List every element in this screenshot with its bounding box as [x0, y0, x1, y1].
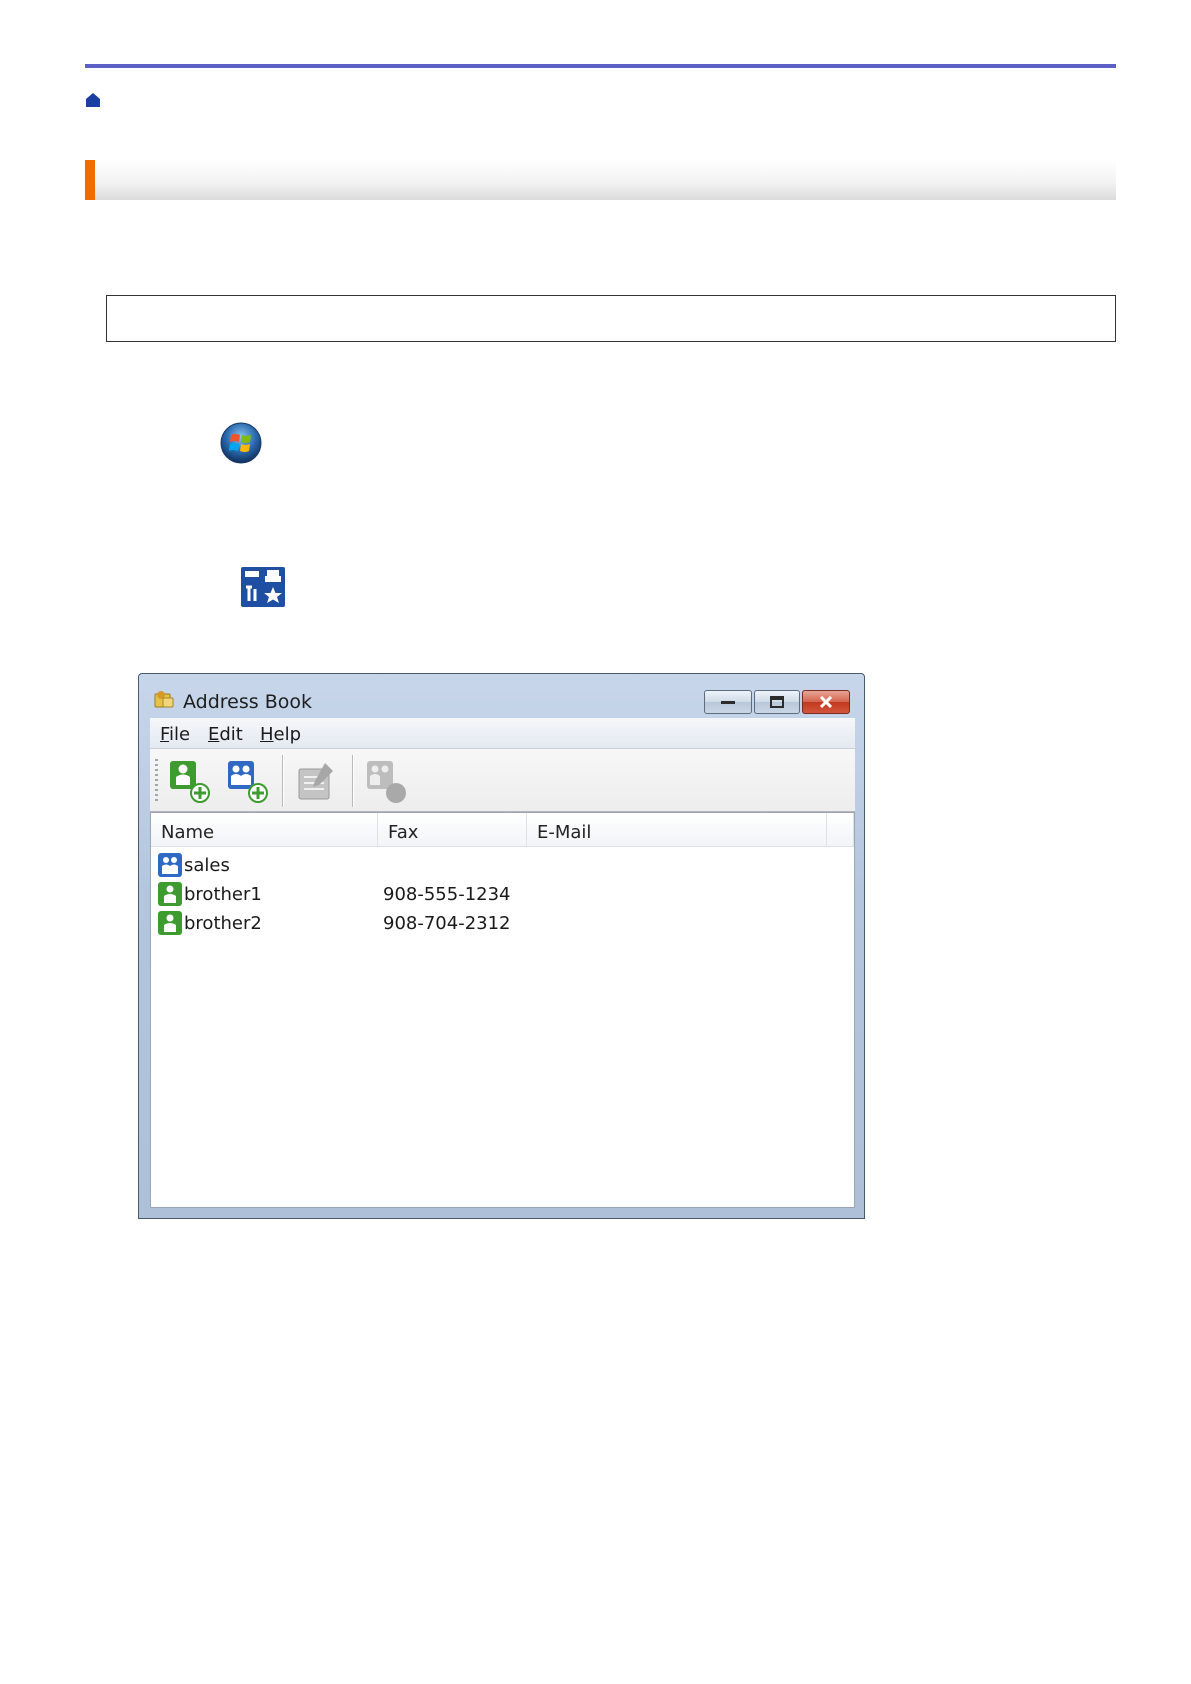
contact-fax: 908-555-1234	[383, 884, 511, 905]
maximize-button[interactable]	[754, 690, 800, 714]
list-item[interactable]: brother1 908-555-1234	[151, 880, 854, 908]
column-header-email[interactable]: E-Mail	[527, 813, 827, 847]
minimize-icon	[721, 701, 735, 704]
contact-list[interactable]: Name Fax E-Mail sales brother1 908-555-1…	[150, 812, 855, 1208]
toolbar-separator	[352, 755, 353, 807]
toolbar	[150, 749, 855, 812]
person-icon	[158, 882, 182, 906]
toolbar-grip[interactable]	[155, 759, 158, 803]
contact-fax: 908-704-2312	[383, 913, 511, 934]
person-icon	[158, 911, 182, 935]
close-button[interactable]	[802, 690, 850, 714]
menu-file[interactable]: File	[160, 724, 190, 745]
close-icon	[819, 696, 833, 708]
column-header-fax[interactable]: Fax	[378, 813, 527, 847]
menu-edit[interactable]: Edit	[208, 724, 243, 745]
add-group-button[interactable]	[224, 757, 270, 805]
top-rule	[85, 64, 1116, 68]
brother-utilities-icon	[241, 567, 285, 607]
title-bar[interactable]: Address Book	[139, 674, 864, 718]
home-icon[interactable]	[85, 92, 101, 108]
column-header-filler	[827, 813, 854, 847]
contact-name: brother2	[184, 913, 262, 934]
minimize-button[interactable]	[704, 690, 752, 714]
windows-start-icon	[220, 422, 262, 464]
menu-help[interactable]: Help	[260, 724, 301, 745]
window-title: Address Book	[183, 691, 312, 713]
column-header-name[interactable]: Name	[151, 813, 378, 847]
toolbar-separator	[282, 755, 283, 807]
group-icon	[158, 853, 182, 877]
address-book-app-icon	[154, 691, 174, 708]
address-book-window: Address Book File Edit Help Name Fax E-M…	[138, 673, 865, 1219]
list-item[interactable]: sales	[151, 851, 854, 879]
contact-name: sales	[184, 855, 230, 876]
section-accent	[85, 160, 95, 200]
section-heading-bar	[85, 160, 1116, 200]
edit-entry-button[interactable]	[293, 757, 339, 805]
note-box	[106, 295, 1116, 342]
list-item[interactable]: brother2 908-704-2312	[151, 909, 854, 937]
delete-entry-button[interactable]	[363, 757, 409, 805]
maximize-icon	[770, 696, 784, 708]
add-contact-button[interactable]	[166, 757, 212, 805]
contact-name: brother1	[184, 884, 262, 905]
menu-bar: File Edit Help	[150, 718, 855, 749]
